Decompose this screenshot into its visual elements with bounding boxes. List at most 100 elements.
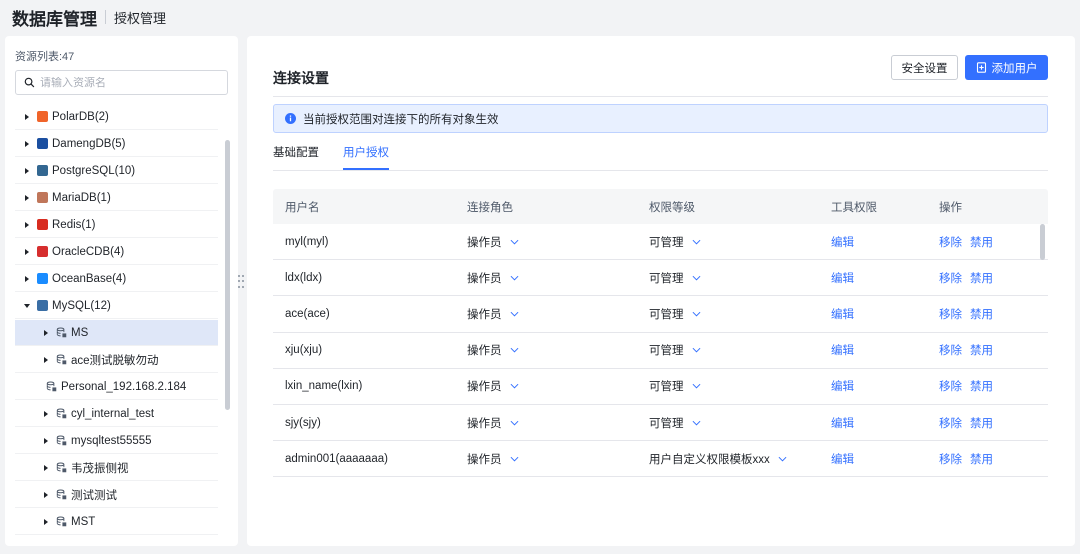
caret-right-icon[interactable]	[25, 221, 29, 228]
tree-node-label: PolarDB(2)	[52, 110, 109, 123]
database-instance-icon	[56, 462, 67, 473]
remove-link[interactable]: 移除	[939, 454, 962, 466]
disable-link[interactable]: 禁用	[970, 418, 993, 430]
search-input[interactable]	[40, 76, 220, 89]
caret-right-icon[interactable]	[44, 464, 48, 471]
col-username: 用户名	[285, 201, 320, 214]
level-select[interactable]: 可管理	[636, 342, 818, 358]
disable-link[interactable]: 禁用	[970, 309, 993, 321]
tree-child-node[interactable]: ace测试脱敏勿动	[15, 347, 218, 373]
table-scrollbar[interactable]	[1040, 224, 1045, 260]
tree-child-node[interactable]: Personal_192.168.2.184	[15, 374, 218, 400]
edit-tool-link[interactable]: 编辑	[831, 418, 854, 430]
resource-search[interactable]	[15, 70, 228, 95]
tree-child-node[interactable]: cyl_internal_test	[15, 401, 218, 427]
level-select[interactable]: 可管理	[636, 306, 818, 322]
level-select[interactable]: 可管理	[636, 378, 818, 394]
remove-link[interactable]: 移除	[939, 345, 962, 357]
tree-child-node[interactable]: MST	[15, 509, 218, 535]
tab-basic-config[interactable]: 基础配置	[273, 144, 319, 170]
level-value: 可管理	[649, 417, 684, 430]
polardb-icon	[37, 111, 48, 122]
chevron-down-icon	[778, 456, 787, 462]
edit-tool-link[interactable]: 编辑	[831, 454, 854, 466]
add-user-button[interactable]: 添加用户	[965, 55, 1048, 80]
tree-child-node[interactable]: 测试测试	[15, 482, 218, 508]
caret-right-icon[interactable]	[25, 167, 29, 174]
col-connection-role: 连接角色	[467, 201, 513, 214]
level-value: 可管理	[649, 345, 684, 358]
caret-right-icon[interactable]	[44, 437, 48, 444]
edit-tool-link[interactable]: 编辑	[831, 237, 854, 249]
edit-tool-link[interactable]: 编辑	[831, 309, 854, 321]
role-select[interactable]: 操作员	[455, 306, 636, 322]
tree-node-damengdb[interactable]: DamengDB(5)	[15, 131, 218, 157]
caret-right-icon[interactable]	[44, 518, 48, 525]
level-select[interactable]: 可管理	[636, 270, 818, 286]
edit-tool-link[interactable]: 编辑	[831, 381, 854, 393]
tree-node-mariadb[interactable]: MariaDB(1)	[15, 185, 218, 211]
chevron-down-icon	[692, 311, 700, 317]
role-select[interactable]: 操作员	[455, 451, 636, 467]
level-select[interactable]: 可管理	[636, 234, 818, 250]
mysql-icon	[37, 300, 48, 311]
caret-right-icon[interactable]	[44, 356, 48, 363]
role-select[interactable]: 操作员	[455, 234, 636, 250]
tree-node-mysql[interactable]: MySQL(12)	[15, 293, 218, 319]
database-instance-icon	[56, 327, 67, 338]
caret-right-icon[interactable]	[25, 194, 29, 201]
sidebar-scrollbar[interactable]	[225, 140, 230, 410]
caret-right-icon[interactable]	[44, 410, 48, 417]
level-select[interactable]: 可管理	[636, 415, 818, 431]
security-settings-button[interactable]: 安全设置	[891, 55, 958, 80]
disable-link[interactable]: 禁用	[970, 454, 993, 466]
role-select[interactable]: 操作员	[455, 270, 636, 286]
role-select[interactable]: 操作员	[455, 378, 636, 394]
tree-child-label: 测试测试	[71, 489, 117, 502]
disable-link[interactable]: 禁用	[970, 237, 993, 249]
remove-link[interactable]: 移除	[939, 309, 962, 321]
caret-right-icon[interactable]	[25, 275, 29, 282]
tree-child-label: Personal_192.168.2.184	[61, 380, 187, 393]
caret-right-icon[interactable]	[25, 113, 29, 120]
edit-tool-link[interactable]: 编辑	[831, 273, 854, 285]
role-select[interactable]: 操作员	[455, 415, 636, 431]
tree-child-node[interactable]: 韦茂振侧视	[15, 455, 218, 481]
caret-right-icon[interactable]	[44, 329, 48, 336]
edit-tool-link[interactable]: 编辑	[831, 345, 854, 357]
caret-right-icon[interactable]	[44, 491, 48, 498]
table-body: myl(myl) 操作员 可管理 编辑 移除 禁用 ldx(ldx) 操作员 可管理 编辑 移除 禁用…	[273, 224, 1048, 487]
tree-child-node[interactable]: mysqltest55555	[15, 428, 218, 454]
tree-child-label: mysqltest55555	[71, 434, 152, 447]
remove-link[interactable]: 移除	[939, 237, 962, 249]
role-value: 操作员	[467, 381, 502, 394]
resize-handle[interactable]	[238, 275, 244, 289]
disable-link[interactable]: 禁用	[970, 345, 993, 357]
chevron-down-icon	[692, 348, 700, 353]
chevron-down-icon	[510, 456, 518, 462]
caret-right-icon[interactable]	[25, 248, 29, 255]
top-bar: 数据库管理 授权管理	[0, 0, 1080, 34]
tree-node-oraclecdb[interactable]: OracleCDB(4)	[15, 239, 218, 265]
remove-link[interactable]: 移除	[939, 418, 962, 430]
remove-link[interactable]: 移除	[939, 273, 962, 285]
tab-user-authorization[interactable]: 用户授权	[343, 144, 389, 170]
tree-node-redis[interactable]: Redis(1)	[15, 212, 218, 238]
tree-child-node[interactable]: MS	[15, 320, 218, 346]
role-select[interactable]: 操作员	[455, 342, 636, 358]
table-row: ldx(ldx) 操作员 可管理 编辑 移除 禁用	[273, 260, 1048, 297]
tree-node-oceanbase[interactable]: OceanBase(4)	[15, 266, 218, 292]
remove-link[interactable]: 移除	[939, 381, 962, 393]
caret-right-icon[interactable]	[25, 140, 29, 147]
level-select[interactable]: 用户自定义权限模板xxx	[636, 451, 818, 467]
chevron-down-icon	[692, 239, 700, 245]
table-row: lxin_name(lxin) 操作员 可管理 编辑 移除 禁用	[273, 369, 1048, 405]
caret-down-icon[interactable]	[24, 303, 30, 308]
tree-node-postgresql[interactable]: PostgreSQL(10)	[15, 158, 218, 184]
main-panel: 连接设置 安全设置 添加用户 当前授权范围对连接下的所有对象生效 基础配置 用户…	[247, 36, 1075, 546]
tree-node-polardb[interactable]: PolarDB(2)	[15, 104, 218, 130]
disable-link[interactable]: 禁用	[970, 273, 993, 285]
disable-link[interactable]: 禁用	[970, 381, 993, 393]
info-icon	[285, 113, 296, 124]
title-divider-line	[273, 96, 1048, 97]
